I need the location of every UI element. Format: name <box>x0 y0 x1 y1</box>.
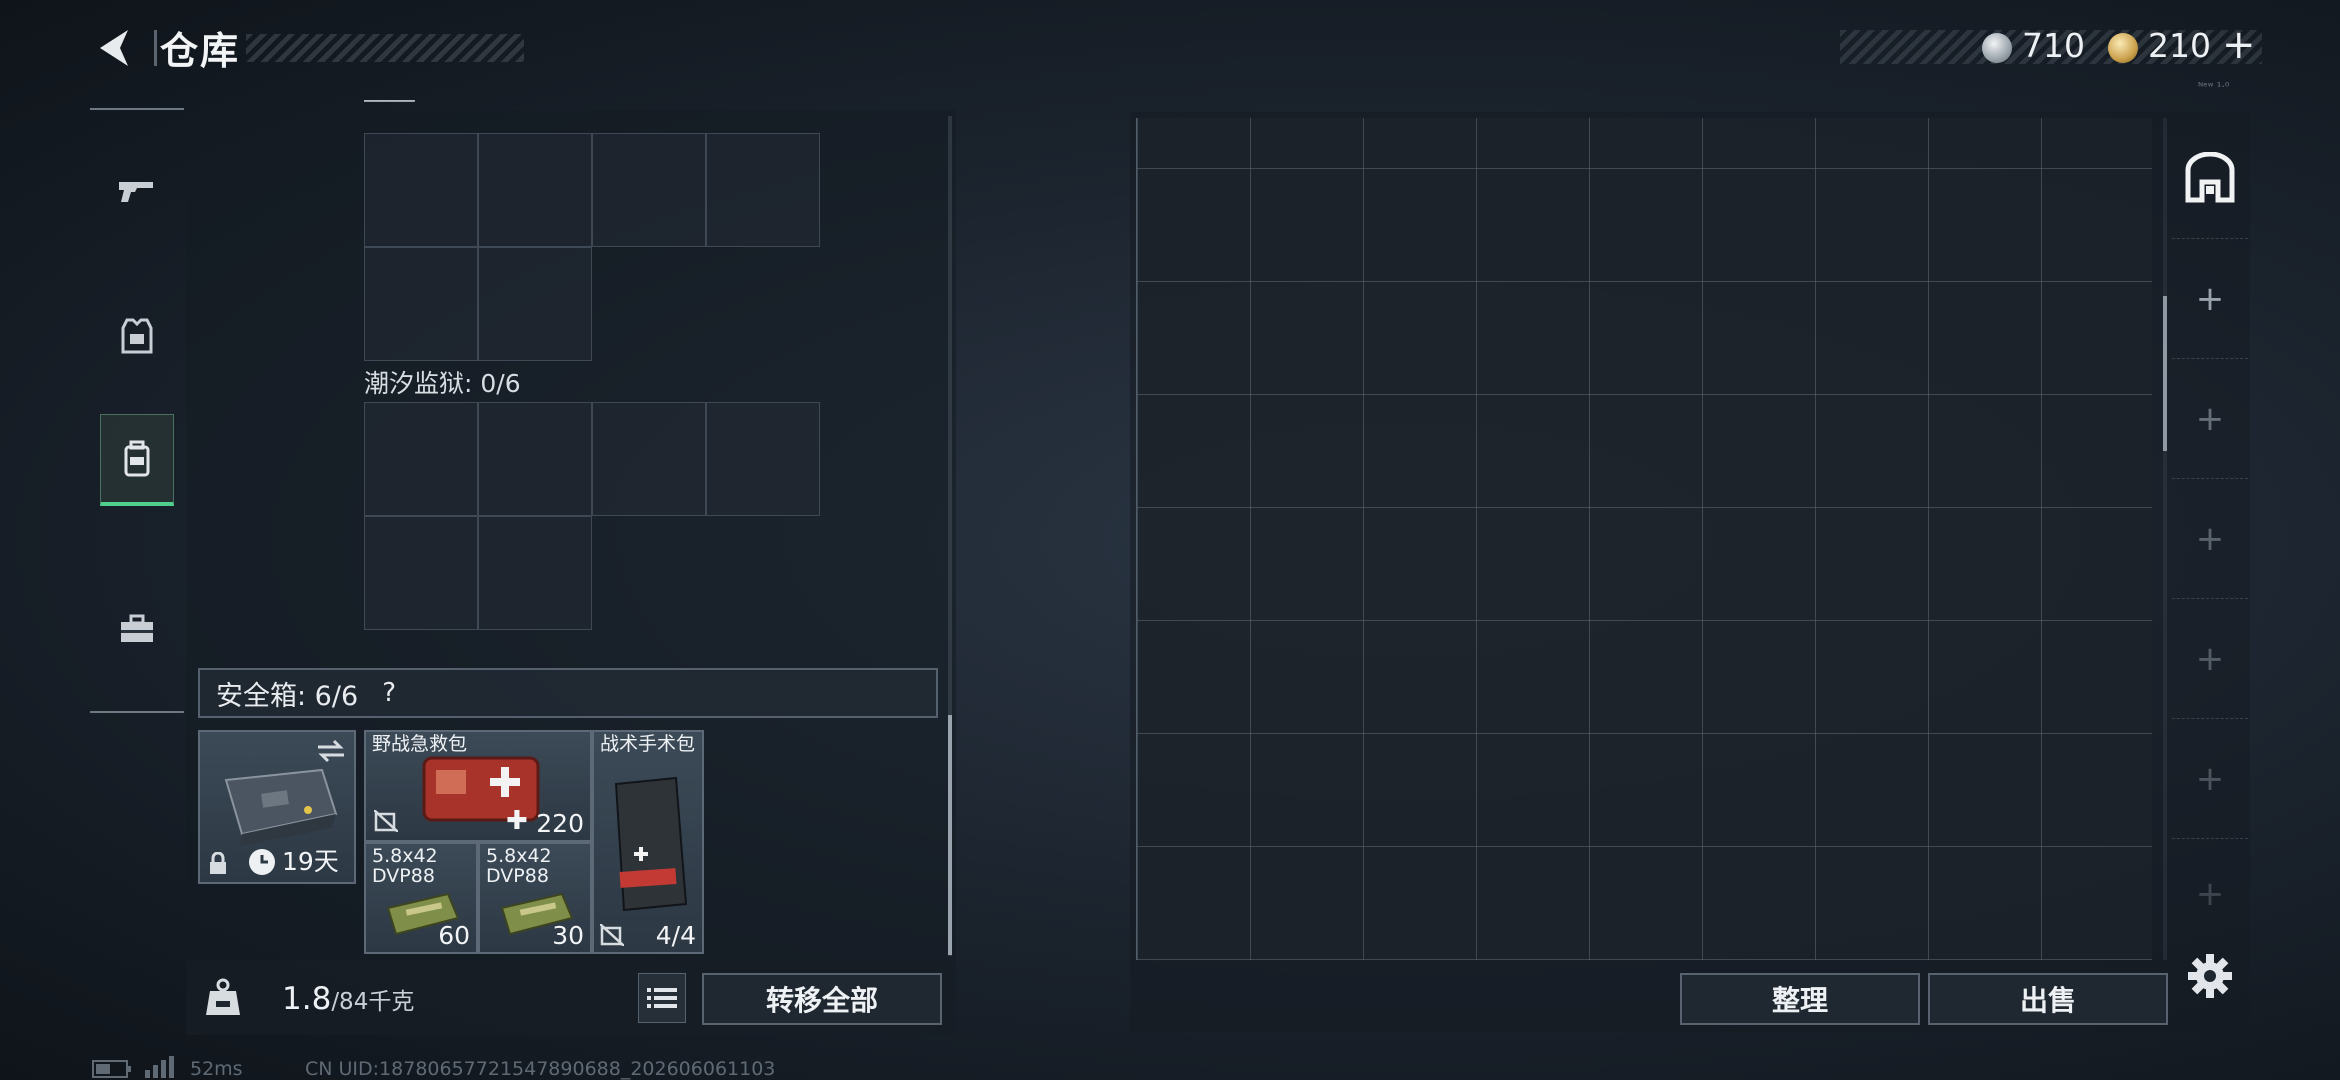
signal-icon <box>145 1056 174 1078</box>
grid-cell[interactable] <box>364 133 478 247</box>
grid-cell[interactable] <box>592 402 706 516</box>
ping-text: 52ms <box>190 1058 243 1080</box>
plus-icon: + <box>2195 278 2225 319</box>
grid-cell[interactable] <box>478 516 592 630</box>
list-icon <box>647 988 677 1008</box>
grid-cell[interactable] <box>592 133 706 247</box>
weight-readout: 1.8/84千克 <box>282 981 414 1017</box>
stash-scrollbar-thumb[interactable] <box>2163 296 2167 451</box>
item-name: 5.8x42 DVP88 <box>372 845 438 887</box>
grid-cell[interactable] <box>706 133 820 247</box>
grid-cell[interactable] <box>364 247 478 361</box>
lock-icon <box>210 852 226 874</box>
container-scrollbar-thumb[interactable] <box>948 715 952 955</box>
item-ammo-1[interactable]: 5.8x42 DVP88 60 <box>364 842 478 954</box>
item-count: 220 <box>536 809 584 838</box>
title-stripes <box>246 34 524 62</box>
title-divider <box>154 30 157 66</box>
category-armor[interactable] <box>100 290 174 382</box>
stash-tab-add-4[interactable]: + <box>2172 598 2248 718</box>
back-arrow-icon[interactable] <box>90 22 142 74</box>
category-backpack[interactable] <box>100 414 174 506</box>
stash-tab-add-5[interactable]: + <box>2172 718 2248 838</box>
stash-tab-add-6[interactable]: + <box>2172 838 2248 948</box>
no-insure-icon <box>600 924 624 946</box>
stash-tab-add-1[interactable]: + <box>2172 238 2248 358</box>
grid-cell[interactable] <box>478 133 592 247</box>
uid-text: CN UID:18780657721547890688_202606061103 <box>305 1058 776 1080</box>
silver-currency-value: 710 <box>2022 26 2085 65</box>
sell-button[interactable]: 出售 <box>1928 973 2168 1025</box>
grid-cell[interactable] <box>364 516 478 630</box>
safe-box-header: 安全箱: 6/6 ? <box>198 668 938 718</box>
gold-coin-icon <box>2108 33 2138 63</box>
item-count: 4/4 <box>655 921 696 950</box>
case-icon <box>224 768 338 846</box>
heal-plus-icon: ✚ <box>506 806 528 836</box>
grid-cell[interactable] <box>478 247 592 361</box>
weight-current: 1.8 <box>282 981 332 1017</box>
vest-icon <box>121 318 153 354</box>
safe-box-timer: 19天 <box>282 847 339 876</box>
add-currency-button[interactable]: + <box>2222 22 2256 68</box>
gold-currency-value: 210 <box>2148 26 2211 65</box>
item-name: 5.8x42 DVP88 <box>486 845 552 887</box>
sort-button[interactable]: 整理 <box>1680 973 1920 1025</box>
item-ammo-2[interactable]: 5.8x42 DVP88 30 <box>478 842 592 954</box>
toolbox-icon <box>121 614 153 642</box>
safe-box-label: 安全箱: 6/6 <box>216 680 359 712</box>
stash-tab-main[interactable] <box>2172 118 2248 238</box>
silver-coin-icon <box>1982 33 2012 63</box>
weight-max: /84千克 <box>331 989 415 1015</box>
plus-icon: + <box>2195 873 2225 914</box>
plus-icon: + <box>2195 398 2225 439</box>
page-title: 仓库 <box>160 29 241 73</box>
backpack-icon <box>124 440 150 476</box>
battery-icon <box>92 1060 131 1078</box>
gear-icon[interactable] <box>2186 952 2234 1000</box>
safe-box-case[interactable]: 19天 <box>198 730 356 884</box>
grid-cell[interactable] <box>478 402 592 516</box>
transfer-all-button[interactable]: 转移全部 <box>702 973 942 1025</box>
stash-home-icon <box>2185 152 2235 203</box>
version-tag: ᴺᵉʷ ¹·⁰ <box>2198 80 2230 93</box>
item-surgery-kit[interactable]: 战术手术包 4/4 <box>592 730 704 954</box>
swap-icon[interactable] <box>316 738 346 764</box>
plus-icon: + <box>2195 518 2225 559</box>
stash-tab-add-2[interactable]: + <box>2172 358 2248 478</box>
surgery-kit-icon <box>614 776 688 912</box>
clock-icon <box>249 849 275 875</box>
stash-scrollbar-track[interactable] <box>2163 118 2167 960</box>
category-supplies[interactable] <box>100 584 174 676</box>
grid-cell[interactable] <box>364 402 478 516</box>
stash-tab-add-3[interactable]: + <box>2172 478 2248 598</box>
stash-grid[interactable] <box>1136 118 2152 960</box>
plus-icon: + <box>2195 638 2225 679</box>
grid-cell[interactable] <box>706 402 820 516</box>
plus-icon: + <box>2195 758 2225 799</box>
item-first-aid-kit[interactable]: 野战急救包 ✚ 220 <box>364 730 592 842</box>
category-weapons[interactable] <box>100 144 174 236</box>
item-count: 30 <box>552 921 584 950</box>
help-button[interactable]: ? <box>372 676 406 710</box>
list-view-button[interactable] <box>638 973 686 1023</box>
pistol-icon <box>119 182 153 202</box>
item-name: 战术手术包 <box>600 733 696 755</box>
section1-label: ▔▔▔ <box>364 100 415 116</box>
section2-label: 潮汐监狱: 0/6 <box>364 369 521 398</box>
weight-icon <box>206 978 240 1015</box>
item-count: 60 <box>438 921 470 950</box>
no-insure-icon <box>374 810 398 832</box>
